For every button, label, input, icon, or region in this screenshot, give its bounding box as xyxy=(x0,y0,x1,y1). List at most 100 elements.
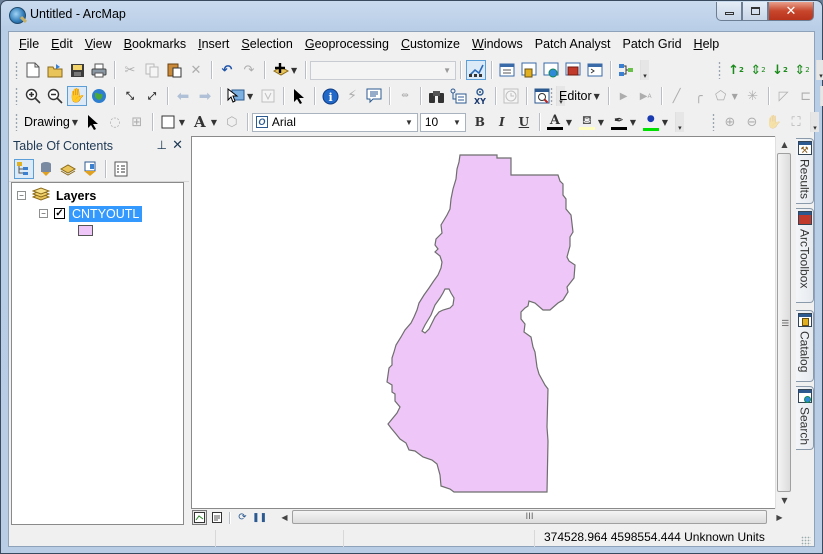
menu-edit[interactable]: Edit xyxy=(45,37,79,51)
toolbar-grip[interactable] xyxy=(15,87,18,105)
marker-color-icon[interactable]: ● xyxy=(641,112,661,132)
menu-view[interactable]: View xyxy=(79,37,118,51)
layer-visibility-checkbox[interactable]: ✓ xyxy=(54,208,65,219)
green-down-arrow-icon[interactable]: ↓ 2 xyxy=(770,60,790,80)
font-combo[interactable]: O Arial ▼ xyxy=(251,112,418,132)
fixed-zoom-in-icon[interactable]: ⤡ xyxy=(120,86,140,106)
layer-symbol-swatch[interactable] xyxy=(78,225,93,236)
collapse-icon[interactable]: − xyxy=(17,191,26,200)
italic-button[interactable]: I xyxy=(492,112,512,132)
toc-close-icon[interactable]: ✕ xyxy=(172,137,183,153)
save-icon[interactable] xyxy=(67,60,87,80)
zoom-to-selected-elements-icon[interactable]: ⊞ xyxy=(127,112,147,132)
zoom-in-icon[interactable] xyxy=(23,86,43,106)
scroll-up-icon[interactable]: ▲ xyxy=(776,136,793,153)
open-icon[interactable] xyxy=(45,60,65,80)
fill-color-icon[interactable]: ⛾ xyxy=(577,112,597,132)
line-color-icon[interactable]: ✒ xyxy=(609,112,629,132)
toolbar-grip[interactable] xyxy=(15,113,18,131)
new-document-icon[interactable] xyxy=(23,60,43,80)
menu-geoprocessing[interactable]: Geoprocessing xyxy=(299,37,395,51)
map-vertical-scrollbar[interactable]: ▲ III ▼ xyxy=(775,136,792,509)
editor-toolbar-icon[interactable] xyxy=(466,60,486,80)
find-icon[interactable] xyxy=(426,86,446,106)
list-by-drawing-order-icon[interactable] xyxy=(14,158,34,179)
menu-patch-analyst[interactable]: Patch Analyst xyxy=(529,37,617,51)
go-to-xy-icon[interactable]: XY xyxy=(470,86,490,106)
python-window-icon[interactable] xyxy=(585,60,605,80)
arctoolbox-icon[interactable] xyxy=(563,60,583,80)
toolbar-options-icon[interactable]: ▾ xyxy=(816,60,823,80)
redo-icon[interactable]: ↷ xyxy=(239,60,259,80)
undo-icon[interactable]: ↶ xyxy=(217,60,237,80)
toolbar-options-icon[interactable]: ▾ xyxy=(640,60,649,80)
drawing-menu[interactable]: Drawing xyxy=(22,115,72,129)
edit-annotation-icon[interactable]: ▶ A xyxy=(636,86,656,106)
layout-zoom-out-icon[interactable]: ⊖ xyxy=(742,112,762,132)
select-dropdown-icon[interactable]: ▼ xyxy=(247,92,255,101)
toolbar-options-icon[interactable]: ▾ xyxy=(819,86,823,106)
map-canvas[interactable] xyxy=(191,136,775,509)
copy-icon[interactable] xyxy=(142,60,162,80)
go-back-icon[interactable]: ⬅ xyxy=(173,86,193,106)
menu-insert[interactable]: Insert xyxy=(192,37,235,51)
dock-tab-catalog[interactable]: Catalog xyxy=(796,310,814,382)
select-elements-icon[interactable] xyxy=(289,86,309,106)
measure-icon[interactable]: ⇹ xyxy=(395,86,415,106)
go-forward-icon[interactable]: ➡ xyxy=(195,86,215,106)
delete-icon[interactable]: ✕ xyxy=(186,60,206,80)
fill-color-dropdown-icon[interactable]: ▼ xyxy=(598,118,606,127)
end-point-arc-icon[interactable]: ╭ xyxy=(689,86,709,106)
toolbar-grip[interactable] xyxy=(718,61,721,79)
cut-icon[interactable]: ✂ xyxy=(120,60,140,80)
clear-selection-icon[interactable] xyxy=(258,86,278,106)
green-split-arrow-2-icon[interactable]: ⇕ 2 xyxy=(792,60,812,80)
find-route-icon[interactable] xyxy=(448,86,468,106)
menu-selection[interactable]: Selection xyxy=(235,37,298,51)
new-text-icon[interactable]: A xyxy=(190,112,210,132)
layout-zoom-in-icon[interactable]: ⊕ xyxy=(720,112,740,132)
select-elements-icon[interactable] xyxy=(83,112,103,132)
rotate-icon[interactable]: ◌ xyxy=(105,112,125,132)
editor-dropdown-icon[interactable]: ▼ xyxy=(594,92,602,101)
straight-segment-icon[interactable]: ╱ xyxy=(667,86,687,106)
list-by-source-icon[interactable] xyxy=(36,159,56,179)
horizontal-scroll-thumb[interactable]: III xyxy=(292,510,767,524)
catalog-window-icon[interactable] xyxy=(519,60,539,80)
toolbar-options-icon[interactable]: ▾ xyxy=(810,112,819,132)
time-slider-icon[interactable] xyxy=(501,86,521,106)
font-color-dropdown-icon[interactable]: ▼ xyxy=(566,118,574,127)
toolbar-grip[interactable] xyxy=(550,87,553,105)
vertical-scroll-thumb[interactable]: III xyxy=(777,153,791,492)
pause-drawing-icon[interactable]: ❚❚ xyxy=(252,510,267,525)
full-extent-icon[interactable] xyxy=(89,86,109,106)
resize-grip-icon[interactable] xyxy=(801,536,811,546)
paste-icon[interactable] xyxy=(164,60,184,80)
topology-edit-icon[interactable]: ◸ xyxy=(774,86,794,106)
add-data-icon[interactable] xyxy=(270,60,290,80)
dock-tab-search[interactable]: Search xyxy=(796,386,814,450)
collapse-icon[interactable]: − xyxy=(39,209,48,218)
close-button[interactable]: ✕ xyxy=(768,2,814,21)
menu-patch-grid[interactable]: Patch Grid xyxy=(616,37,687,51)
editor-menu[interactable]: Editor xyxy=(557,89,594,103)
underline-button[interactable]: U xyxy=(514,112,534,132)
minimize-button[interactable] xyxy=(716,2,742,21)
construction-dropdown-icon[interactable]: ▼ xyxy=(732,92,740,101)
map-scale-combo[interactable]: ▼ xyxy=(310,60,456,80)
list-by-visibility-icon[interactable] xyxy=(58,159,78,179)
pan-icon[interactable]: ✋ xyxy=(67,86,87,106)
rectangle-dropdown-icon[interactable]: ▼ xyxy=(179,118,187,127)
layout-view-icon[interactable] xyxy=(209,510,224,525)
zoom-out-icon[interactable] xyxy=(45,86,65,106)
toolbar-options-icon[interactable]: ▾ xyxy=(674,112,684,132)
print-icon[interactable] xyxy=(89,60,109,80)
add-data-dropdown-icon[interactable]: ▼ xyxy=(291,66,299,75)
refresh-icon[interactable]: ⟳ xyxy=(235,510,250,525)
line-color-dropdown-icon[interactable]: ▼ xyxy=(630,118,638,127)
toolbar-grip[interactable] xyxy=(712,113,715,131)
menu-windows[interactable]: Windows xyxy=(466,37,529,51)
table-of-contents-icon[interactable] xyxy=(497,60,517,80)
fixed-zoom-out-icon[interactable]: ⤢ xyxy=(142,86,162,106)
scroll-right-icon[interactable]: ▶ xyxy=(772,510,787,525)
